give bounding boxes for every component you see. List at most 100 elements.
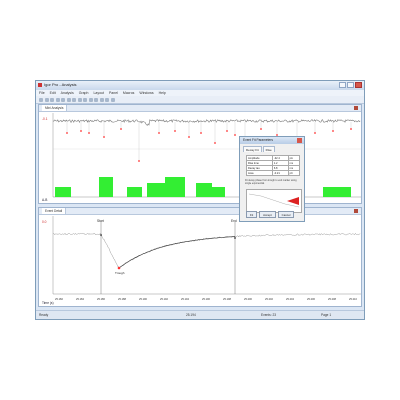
- preview-box: [246, 189, 302, 213]
- event-point: [158, 132, 160, 134]
- status-events: Events: 23: [261, 313, 277, 317]
- event-point: [138, 160, 140, 162]
- x-tick-label: 25.206: [307, 297, 315, 301]
- main-window: Igor Pro - Analysis File Edit Analysis G…: [35, 80, 365, 320]
- end-label: End: [231, 219, 237, 223]
- histogram-bar: [55, 187, 71, 197]
- event-point: [314, 132, 316, 134]
- cursor-icon[interactable]: [88, 97, 93, 102]
- bottom-axis-label: Time (s): [42, 301, 54, 305]
- app-icon: [38, 83, 42, 87]
- status-page: Page 1: [321, 313, 332, 317]
- end-point: [234, 237, 236, 239]
- marker-icon[interactable]: [94, 97, 98, 102]
- start-label: Start: [97, 219, 104, 223]
- dialog-tab-rise[interactable]: Rise: [262, 146, 275, 152]
- bottom-graph-pane: Event Detail 25.182 25.184 25.186 25.188 25.…: [38, 207, 362, 307]
- accept-button[interactable]: Accept: [259, 211, 276, 218]
- table-cell: pC: [287, 170, 301, 176]
- dialog-title: Event Fit Parameters: [243, 138, 273, 142]
- dialog-tab-decay[interactable]: Decay Fit: [243, 146, 262, 152]
- x-tick-label: 25.210: [349, 297, 357, 301]
- toolbar: [36, 96, 364, 104]
- top-graph[interactable]: [39, 111, 363, 203]
- status-left: Ready: [39, 313, 49, 317]
- undo-icon[interactable]: [72, 97, 76, 102]
- close-button[interactable]: [355, 82, 362, 88]
- event-point: [66, 132, 68, 134]
- table-cell: -0.21: [271, 170, 289, 176]
- top-bottom-label: A-B: [42, 198, 48, 202]
- trough-label: Trough: [115, 271, 125, 275]
- x-tick-label: 25.198: [223, 297, 231, 301]
- histogram-bar: [147, 183, 165, 197]
- histogram-bar: [165, 177, 185, 197]
- top-y-tick-label: -0.1: [42, 117, 48, 121]
- fit-button[interactable]: Fit: [246, 211, 258, 218]
- zoom-out-icon[interactable]: [83, 97, 87, 102]
- histogram-bar: [323, 187, 351, 197]
- save-icon[interactable]: [50, 97, 54, 102]
- open-icon[interactable]: [44, 97, 49, 102]
- x-tick-label: 25.200: [244, 297, 252, 301]
- event-point: [200, 132, 202, 134]
- status-mid: 25.194: [186, 313, 196, 317]
- cancel-button[interactable]: Cancel: [277, 211, 295, 218]
- maximize-button[interactable]: [347, 82, 354, 88]
- zoom-in-icon[interactable]: [77, 97, 82, 102]
- x-tick-label: 25.202: [265, 297, 273, 301]
- histogram-bar: [99, 177, 113, 197]
- fit-icon[interactable]: [99, 97, 104, 102]
- fit-curve: [118, 236, 236, 269]
- table-icon[interactable]: [110, 97, 115, 102]
- start-point: [100, 234, 102, 236]
- event-point: [350, 128, 352, 130]
- table-row: Area -0.21 pC: [246, 170, 301, 176]
- fit-dialog: Event Fit Parameters Decay Fit Rise Ampl…: [239, 136, 305, 222]
- bottom-graph[interactable]: 25.182 25.184 25.186 25.188 25.190 25.192 25.1…: [39, 214, 363, 306]
- event-point: [80, 130, 82, 132]
- status-bar: Ready 25.194 Events: 23 Page 1: [36, 310, 364, 319]
- copy-icon[interactable]: [61, 97, 65, 102]
- bottom-pane-close-icon[interactable]: [354, 209, 358, 213]
- event-point: [120, 128, 122, 130]
- x-tick-label: 25.196: [202, 297, 210, 301]
- arrow-icon: [287, 197, 299, 205]
- paste-icon[interactable]: [66, 97, 71, 102]
- histogram-bar: [127, 187, 142, 197]
- window-title: Igor Pro - Analysis: [44, 82, 77, 87]
- event-point: [214, 142, 216, 144]
- cut-icon[interactable]: [55, 97, 60, 102]
- histogram-bar: [196, 183, 212, 197]
- trough-point: [117, 266, 121, 270]
- event-point: [188, 136, 190, 138]
- x-tick-label: 25.184: [76, 297, 84, 301]
- dialog-close-icon[interactable]: [297, 138, 302, 143]
- event-point: [332, 130, 334, 132]
- top-pane-close-icon[interactable]: [354, 106, 358, 110]
- x-tick-label: 25.194: [181, 297, 189, 301]
- histogram-bar: [212, 187, 225, 197]
- top-trace-line: [52, 119, 361, 126]
- event-point: [234, 134, 236, 136]
- bottom-trace-line: [52, 232, 361, 268]
- new-icon[interactable]: [39, 97, 43, 102]
- top-graph-pane: Mini Analysis -0.1 A-B: [38, 104, 362, 204]
- event-point: [260, 128, 262, 130]
- x-tick-label: 25.208: [328, 297, 336, 301]
- x-tick-label: 25.190: [139, 297, 147, 301]
- event-point: [103, 136, 105, 138]
- x-tick-label: 25.188: [118, 297, 126, 301]
- event-point: [88, 132, 90, 134]
- dialog-note: Fit decay phase from trough to end marke…: [245, 179, 297, 185]
- minimize-button[interactable]: [339, 82, 346, 88]
- x-tick-label: 25.186: [97, 297, 105, 301]
- table-cell: Area: [246, 170, 273, 176]
- event-point: [174, 130, 176, 132]
- x-tick-label: 25.192: [160, 297, 168, 301]
- x-tick-label: 25.182: [55, 297, 63, 301]
- x-tick-label: 25.204: [286, 297, 294, 301]
- bottom-y-tick-label: 0.0: [42, 220, 47, 224]
- graph-icon[interactable]: [105, 97, 109, 102]
- fit-results-table: Amplitude -32.4 pA Rise time 1.2 ms Deca…: [246, 155, 301, 176]
